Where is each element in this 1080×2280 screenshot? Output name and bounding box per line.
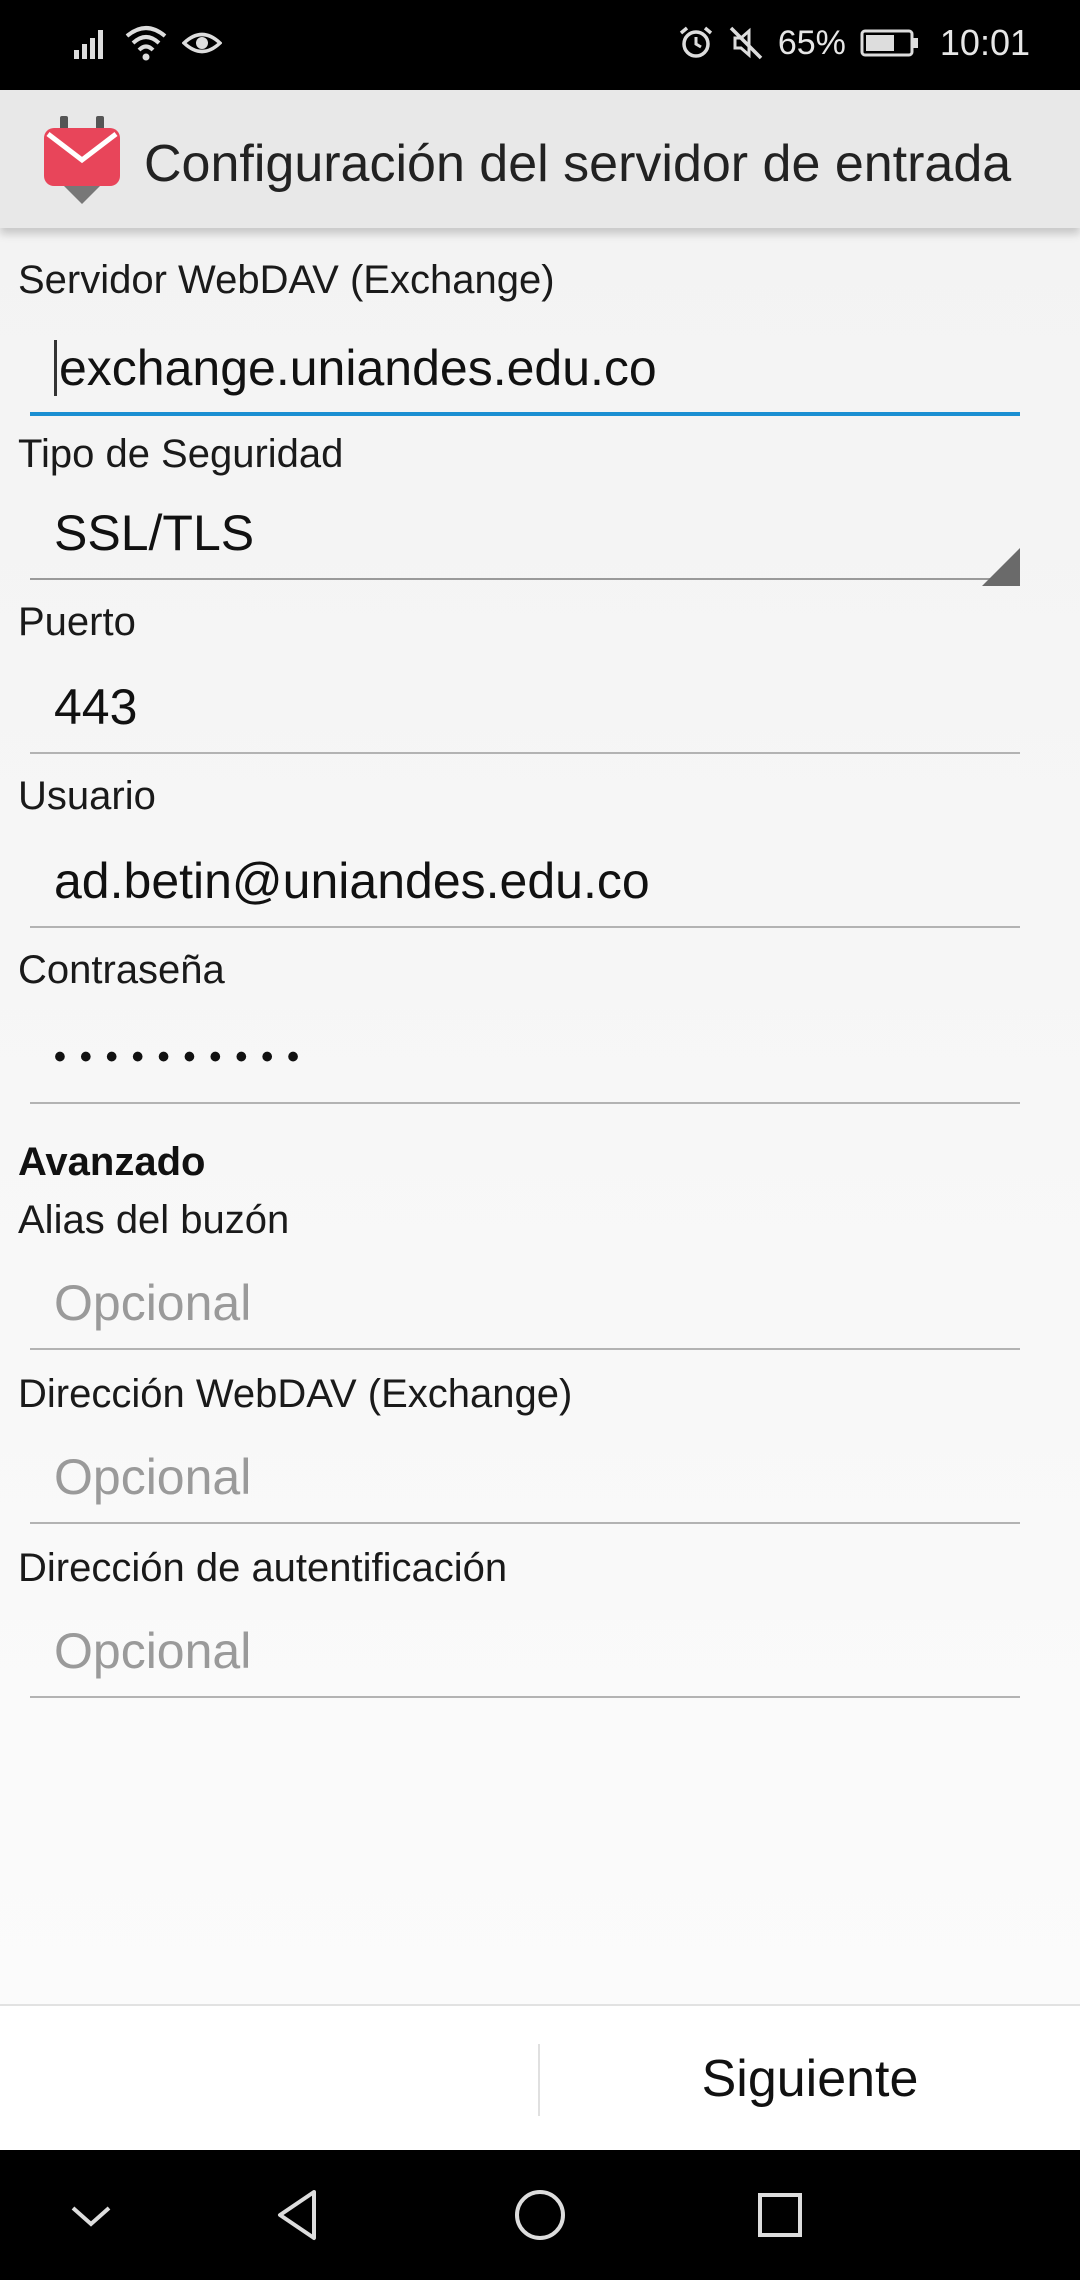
hide-keyboard-chevron-icon[interactable] — [56, 2180, 126, 2250]
recents-icon[interactable] — [745, 2180, 815, 2250]
signal-icon — [72, 26, 110, 60]
status-right: 65% 10:01 — [678, 22, 1030, 64]
security-value: SSL/TLS — [54, 505, 255, 561]
navigation-bar — [0, 2150, 1080, 2280]
alarm-icon — [678, 25, 714, 61]
empty-button-slot — [0, 2006, 538, 2152]
eye-icon — [182, 28, 222, 58]
webdav-path-input[interactable]: Opcional — [30, 1432, 1020, 1524]
app-bar: Configuración del servidor de entrada — [0, 90, 1080, 228]
status-bar: 65% 10:01 — [0, 0, 1080, 90]
password-label: Contraseña — [18, 948, 225, 992]
auth-path-label: Dirección de autentificación — [18, 1546, 508, 1590]
auth-path-placeholder: Opcional — [54, 1623, 252, 1679]
button-bar: Siguiente — [0, 2004, 1080, 2150]
form-container: Servidor WebDAV (Exchange) exchange.unia… — [0, 228, 1080, 2004]
k9-mail-logo — [42, 116, 122, 206]
webdav-path-label: Dirección WebDAV (Exchange) — [18, 1372, 573, 1416]
port-value: 443 — [54, 679, 138, 735]
status-left — [72, 24, 222, 62]
dropdown-triangle-icon — [982, 540, 1020, 586]
advanced-section-title: Avanzado — [18, 1140, 206, 1184]
password-input[interactable]: •••••••••• — [30, 1012, 1020, 1104]
user-label: Usuario — [18, 774, 156, 818]
battery-icon — [860, 28, 920, 58]
server-input[interactable]: exchange.uniandes.edu.co — [30, 324, 1020, 416]
mailbox-alias-input[interactable]: Opcional — [30, 1258, 1020, 1350]
text-cursor — [54, 340, 57, 396]
clock: 10:01 — [939, 22, 1030, 63]
server-value: exchange.uniandes.edu.co — [59, 340, 657, 396]
auth-path-input[interactable]: Opcional — [30, 1606, 1020, 1698]
port-label: Puerto — [18, 600, 136, 644]
battery-percent: 65% — [777, 23, 846, 62]
home-icon[interactable] — [505, 2180, 575, 2250]
next-button[interactable]: Siguiente — [540, 2006, 1080, 2152]
back-icon[interactable] — [264, 2180, 334, 2250]
page-title: Configuración del servidor de entrada — [144, 135, 1012, 193]
mute-icon — [728, 25, 764, 61]
mailbox-alias-label: Alias del buzón — [18, 1198, 290, 1242]
user-value: ad.betin@uniandes.edu.co — [54, 853, 650, 909]
wifi-icon — [124, 24, 168, 62]
user-input[interactable]: ad.betin@uniandes.edu.co — [30, 836, 1020, 928]
security-label: Tipo de Seguridad — [18, 432, 344, 476]
webdav-path-placeholder: Opcional — [54, 1449, 252, 1505]
server-label: Servidor WebDAV (Exchange) — [18, 258, 555, 302]
port-input[interactable]: 443 — [30, 662, 1020, 754]
password-value: •••••••••• — [54, 1037, 314, 1076]
mailbox-alias-placeholder: Opcional — [54, 1275, 252, 1331]
security-dropdown[interactable]: SSL/TLS — [30, 488, 1020, 586]
